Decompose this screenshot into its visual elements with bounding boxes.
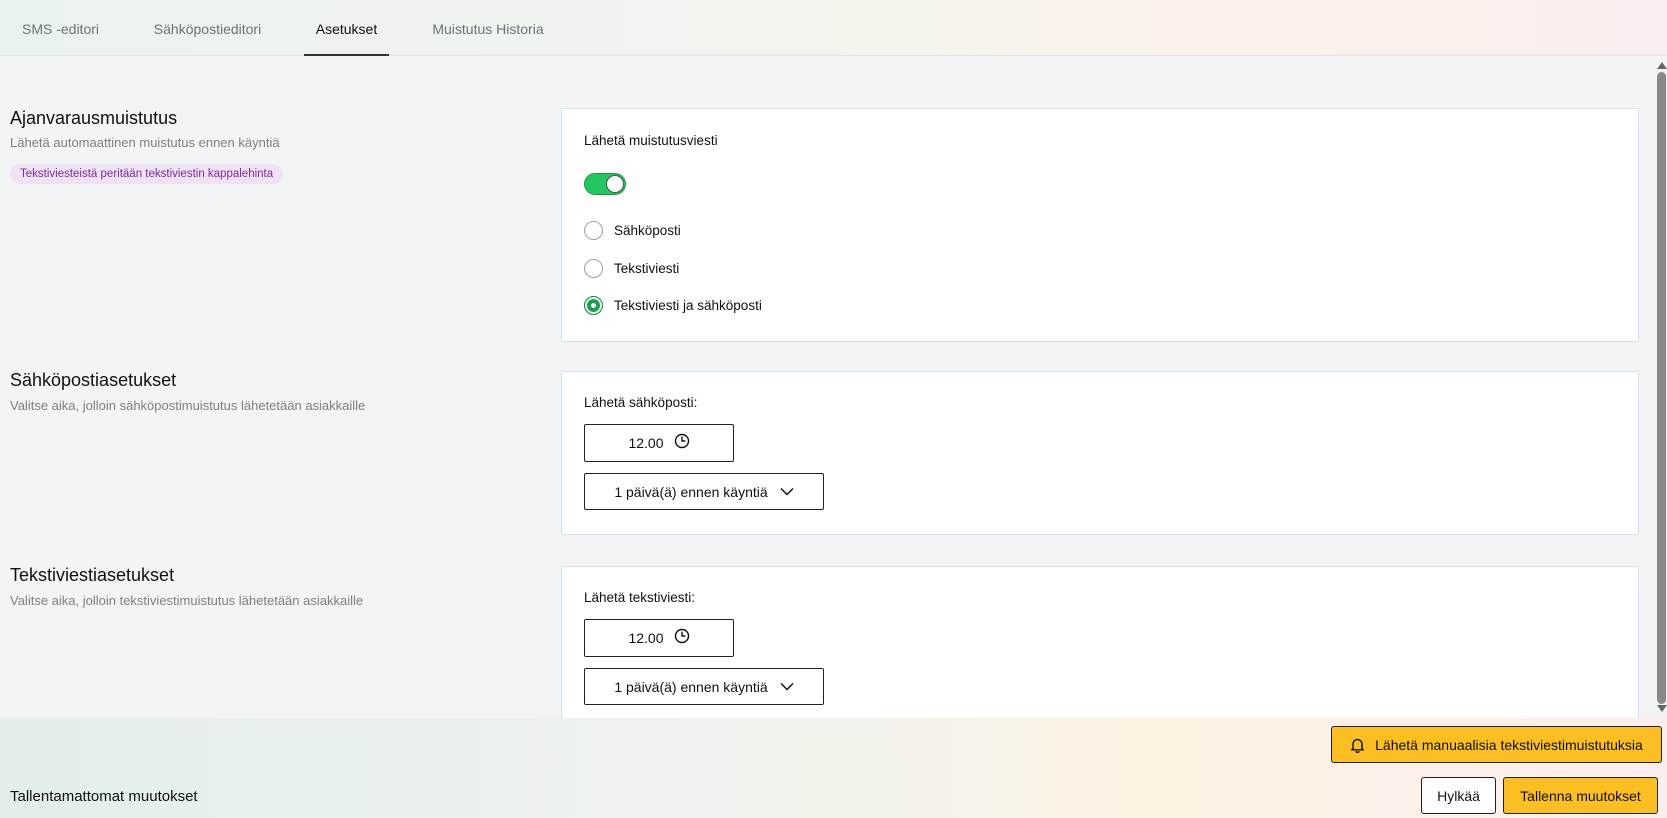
sms-time-input[interactable]: 12.00	[584, 619, 734, 657]
save-changes-button[interactable]: Tallenna muutokset	[1503, 777, 1658, 814]
radio-email[interactable]	[584, 220, 603, 240]
email-settings-description: Valitse aika, jolloin sähköpostimuistutu…	[10, 398, 366, 413]
send-reminder-label: Lähetä muistutusviesti	[584, 133, 718, 148]
option-email-label: Sähköposti	[614, 222, 681, 238]
chevron-down-icon	[780, 678, 794, 696]
send-reminder-toggle[interactable]	[584, 173, 626, 195]
reminder-description: Lähetä automaattinen muistutus ennen käy…	[10, 135, 280, 150]
sms-time-value: 12.00	[628, 630, 664, 646]
sms-settings-card: Lähetä tekstiviesti: 12.00 1 päivä(ä) en…	[561, 566, 1639, 718]
scroll-down-arrow-icon[interactable]	[1657, 705, 1667, 712]
email-time-input[interactable]: 12.00	[584, 424, 734, 462]
tab-reminder-history[interactable]: Muistutus Historia	[419, 0, 557, 56]
send-manual-sms-reminders-label: Lähetä manuaalisia tekstiviestimuistutuk…	[1375, 736, 1643, 753]
radio-sms[interactable]	[584, 258, 603, 278]
clock-icon	[674, 628, 690, 649]
reminder-card: Lähetä muistutusviesti Sähköposti Teksti…	[561, 108, 1639, 342]
email-settings-title: Sähköpostiasetukset	[10, 370, 177, 390]
sms-settings-description: Valitse aika, jolloin tekstiviestimuistu…	[10, 593, 364, 608]
option-sms[interactable]: Tekstiviesti	[584, 257, 679, 279]
reminder-title: Ajanvarausmuistutus	[10, 108, 178, 128]
footer-bar: Lähetä manuaalisia tekstiviestimuistutuk…	[0, 718, 1667, 818]
option-sms-and-email[interactable]: Tekstiviesti ja sähköposti	[584, 294, 762, 316]
settings-content: Ajanvarausmuistutus Lähetä automaattinen…	[0, 56, 1650, 718]
send-manual-sms-reminders-button[interactable]: Lähetä manuaalisia tekstiviestimuistutuk…	[1331, 726, 1662, 763]
sms-offset-value: 1 päivä(ä) ennen käyntiä	[614, 678, 768, 695]
option-email[interactable]: Sähköposti	[584, 219, 681, 241]
sms-price-badge: Tekstiviesteistä peritään tekstiviestin …	[10, 164, 284, 184]
vertical-scrollbar[interactable]	[1656, 56, 1667, 718]
email-offset-select[interactable]: 1 päivä(ä) ennen käyntiä	[584, 473, 824, 510]
radio-sms-and-email[interactable]	[584, 295, 603, 315]
bell-icon	[1350, 737, 1365, 753]
sms-settings-title: Tekstiviestiasetukset	[10, 565, 175, 585]
send-email-label: Lähetä sähköposti:	[584, 395, 698, 410]
tab-bar: SMS -editori Sähköpostieditori Asetukset…	[0, 0, 1667, 56]
scroll-up-arrow-icon[interactable]	[1657, 62, 1667, 69]
scroll-thumb[interactable]	[1657, 72, 1666, 704]
tab-settings[interactable]: Asetukset	[304, 0, 389, 56]
send-sms-label: Lähetä tekstiviesti:	[584, 590, 696, 605]
option-sms-and-email-label: Tekstiviesti ja sähköposti	[614, 297, 762, 313]
option-sms-label: Tekstiviesti	[614, 260, 680, 276]
toggle-knob	[606, 175, 624, 193]
tab-email-editor[interactable]: Sähköpostieditori	[141, 0, 274, 56]
discard-button[interactable]: Hylkää	[1421, 777, 1496, 814]
email-settings-card: Lähetä sähköposti: 12.00 1 päivä(ä) enne…	[561, 371, 1639, 535]
unsaved-changes-text: Tallentamattomat muutokset	[10, 788, 198, 805]
chevron-down-icon	[780, 483, 794, 501]
email-offset-value: 1 päivä(ä) ennen käyntiä	[614, 483, 768, 500]
email-time-value: 12.00	[628, 435, 664, 451]
tab-sms-editor[interactable]: SMS -editori	[0, 0, 121, 56]
clock-icon	[674, 433, 690, 454]
sms-offset-select[interactable]: 1 päivä(ä) ennen käyntiä	[584, 668, 824, 705]
